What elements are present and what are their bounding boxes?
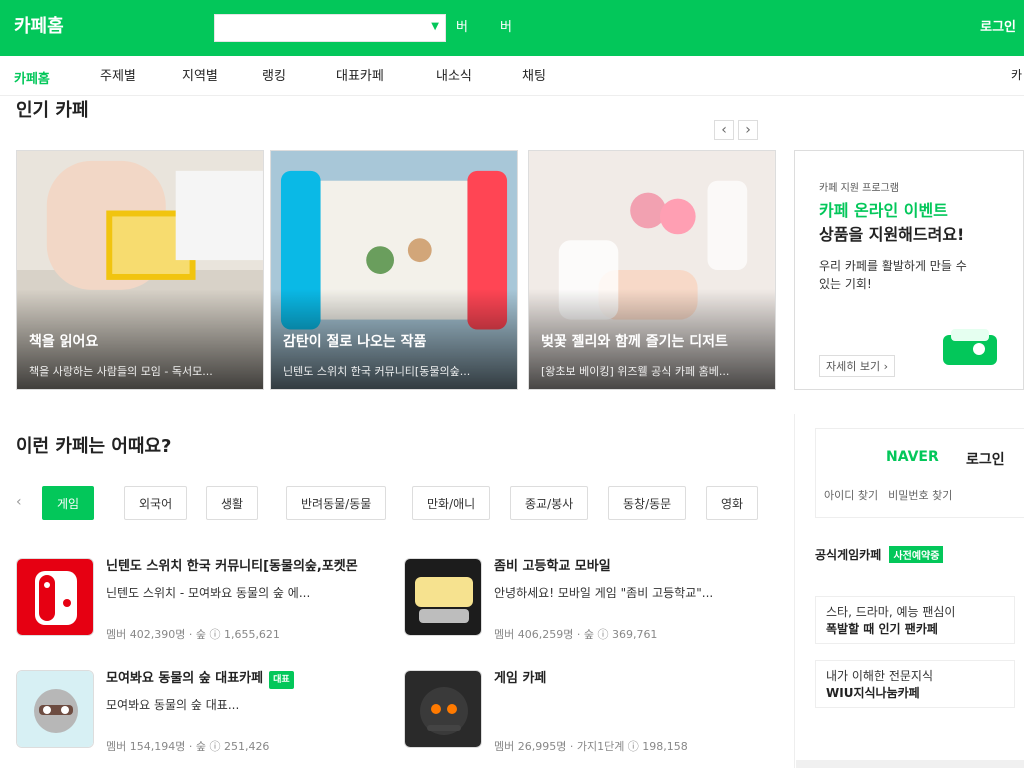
search-field[interactable]: ▼: [214, 14, 446, 42]
nintendo-switch-icon: [17, 559, 93, 635]
cafe-thumbnail: [16, 670, 94, 748]
tab-game[interactable]: 게임: [42, 486, 95, 520]
cafe-meta: 멤버 154,194명 · 숲 ⓘ 251,426: [106, 740, 270, 753]
card-heading: 책을 읽어요: [29, 334, 99, 350]
pre-registration-badge: 사전예약중: [889, 546, 944, 563]
side-promo-line2: WIU지식나눔카페: [826, 686, 920, 700]
login-box: NAVER 로그인 아이디 찾기 비밀번호 찾기: [815, 428, 1024, 518]
tab-life[interactable]: 생활: [206, 486, 259, 520]
top-button-2[interactable]: 버: [500, 16, 512, 35]
app-title: 카페홈: [14, 16, 64, 37]
cafe-meta: 멤버 402,390명 · 숲 ⓘ 1,655,621: [106, 628, 280, 641]
animal-crossing-icon: [17, 671, 93, 747]
top-bar: 카페홈 ▼ 버 버 로그인: [0, 0, 1024, 56]
event-description: 우리 카페를 활발하게 만들 수 있는 기회!: [819, 259, 967, 291]
cafe-name[interactable]: 닌텐도 스위치 한국 커뮤니티[동물의숲,포켓몬: [106, 558, 376, 576]
nav-item-region[interactable]: 지역별: [182, 66, 218, 88]
chevron-left-icon[interactable]: ‹: [16, 494, 22, 510]
nav-item-representative[interactable]: 대표카페: [336, 66, 384, 88]
cafe-meta: 멤버 26,995명 · 가지1단계 ⓘ 198,158: [494, 740, 688, 753]
tab-religion[interactable]: 종교/봉사: [510, 486, 589, 520]
event-more-button[interactable]: 자세히 보기 ›: [819, 355, 895, 377]
naver-logo: NAVER: [886, 449, 939, 465]
featured-cafe-card-2[interactable]: 감탄이 절로 나오는 작품 닌텐도 스위치 한국 커뮤니티[동물의숲...: [270, 150, 518, 390]
recommended-cafe-list: 닌텐도 스위치 한국 커뮤니티[동물의숲,포켓몬 닌텐도 스위치 - 모여봐요 …: [16, 550, 776, 768]
list-item[interactable]: 닌텐도 스위치 한국 커뮤니티[동물의숲,포켓몬 닌텐도 스위치 - 모여봐요 …: [16, 550, 386, 650]
login-button[interactable]: 로그인: [980, 16, 1016, 35]
featured-cafe-card-3[interactable]: 벚꽃 젤리와 함께 즐기는 디저트 [왕초보 베이킹] 위즈웰 공식 카페 홈베…: [528, 150, 776, 390]
card-subtitle: 닌텐도 스위치 한국 커뮤니티[동물의숲...: [283, 365, 471, 378]
find-id-link[interactable]: 아이디 찾기: [824, 487, 878, 503]
search-input[interactable]: [215, 15, 415, 41]
cafe-name[interactable]: 좀비 고등학교 모바일: [494, 558, 764, 576]
cafe-name-text: 모여봐요 동물의 숲 대표카페: [106, 671, 264, 686]
tab-foreign-language[interactable]: 외국어: [124, 486, 188, 520]
nav-item-chat[interactable]: 채팅: [522, 66, 546, 88]
nav-right-link[interactable]: 카: [1011, 66, 1022, 83]
cafe-description: 안녕하세요! 모바일 게임 "좀비 고등학교"...: [494, 586, 714, 600]
account-links: 아이디 찾기 비밀번호 찾기: [824, 487, 952, 503]
nav-item-news[interactable]: 내소식: [436, 66, 472, 88]
featured-cafe-card-1[interactable]: 책을 읽어요 책을 사랑하는 사람들의 모임 - 독서모...: [16, 150, 264, 390]
right-sidebar: NAVER 로그인 아이디 찾기 비밀번호 찾기 공식게임카페 사전예약중 스타…: [794, 414, 1024, 768]
game-cafe-icon: [405, 671, 481, 747]
tab-alumni[interactable]: 동창/동문: [608, 486, 687, 520]
cafe-description: 모여봐요 동물의 숲 대표...: [106, 698, 240, 712]
cafe-thumbnail: [404, 670, 482, 748]
side-promo-line1: 내가 이해한 전문지식: [826, 669, 933, 683]
chevron-left-icon[interactable]: ‹: [714, 120, 734, 140]
side-promo-2[interactable]: 내가 이해한 전문지식 WIU지식나눔카페: [815, 660, 1015, 708]
card-subtitle: [왕초보 베이킹] 위즈웰 공식 카페 홈베...: [541, 365, 730, 378]
top-button-1[interactable]: 버: [456, 16, 468, 35]
cafe-name[interactable]: 모여봐요 동물의 숲 대표카페 대표: [106, 670, 376, 689]
carousel-pager: ‹ ›: [714, 120, 758, 140]
official-game-cafe[interactable]: 공식게임카페 사전예약중: [815, 546, 944, 563]
list-item[interactable]: 좀비 고등학교 모바일 안녕하세요! 모바일 게임 "좀비 고등학교"... 멤…: [404, 550, 774, 650]
event-title: 상품을 지원해드려요!: [819, 225, 965, 244]
tab-animation[interactable]: 만화/애니: [412, 486, 491, 520]
cafe-name[interactable]: 게임 카페: [494, 670, 764, 688]
tab-pets[interactable]: 반려동물/동물: [286, 486, 387, 520]
cafe-meta: 멤버 406,259명 · 숲 ⓘ 369,761: [494, 628, 658, 641]
card-heading: 감탄이 절로 나오는 작품: [283, 334, 427, 350]
zombie-highschool-icon: [405, 559, 481, 635]
cafe-home-link[interactable]: 카페홈: [14, 68, 50, 87]
tab-movie[interactable]: 영화: [706, 486, 759, 520]
login-link[interactable]: 로그인: [966, 449, 1005, 469]
main-nav: 카페홈 주제별 지역별 랭킹 대표카페 내소식 채팅 카: [0, 56, 1024, 96]
official-game-cafe-label: 공식게임카페: [815, 548, 882, 562]
cafe-description: 닌텐도 스위치 - 모여봐요 동물의 숲 에...: [106, 586, 311, 600]
category-tabs: ‹ 게임 외국어 생활 반려동물/동물 만화/애니 종교/봉사 동창/동문 영화: [16, 484, 776, 524]
card-heading: 벚꽃 젤리와 함께 즐기는 디저트: [541, 334, 728, 350]
nav-item-ranking[interactable]: 랭킹: [262, 66, 286, 88]
nav-item-topic[interactable]: 주제별: [100, 66, 136, 88]
chevron-right-icon[interactable]: ›: [738, 120, 758, 140]
recommend-title: 이런 카페는 어때요?: [16, 436, 172, 457]
card-subtitle: 책을 사랑하는 사람들의 모임 - 독서모...: [29, 365, 213, 378]
event-illustration-icon: [943, 329, 997, 365]
event-title-green: 카페 온라인 이벤트: [819, 201, 948, 220]
list-item[interactable]: 모여봐요 동물의 숲 대표카페 대표 모여봐요 동물의 숲 대표... 멤버 15…: [16, 662, 386, 762]
chevron-down-icon[interactable]: ▼: [431, 21, 439, 32]
side-promo-line1: 스타, 드라마, 예능 팬심이: [826, 605, 956, 619]
status-badge: 대표: [269, 671, 294, 689]
list-item[interactable]: 게임 카페 멤버 26,995명 · 가지1단계 ⓘ 198,158: [404, 662, 774, 762]
section-title-popular: 인기 카페: [16, 100, 89, 121]
side-promo-1[interactable]: 스타, 드라마, 예능 팬심이 폭발할 때 인기 팬카페: [815, 596, 1015, 644]
cafe-thumbnail: [404, 558, 482, 636]
event-small-label: 카페 지원 프로그램: [819, 183, 899, 194]
find-password-link[interactable]: 비밀번호 찾기: [888, 487, 952, 503]
side-promo-line2: 폭발할 때 인기 팬카페: [826, 622, 938, 636]
cafe-name-text: 좀비 고등학교 모바일: [494, 559, 611, 574]
event-iframe-box[interactable]: 카페 지원 프로그램 카페 온라인 이벤트 상품을 지원해드려요! 우리 카페를…: [794, 150, 1024, 390]
cafe-thumbnail: [16, 558, 94, 636]
horizontal-scrollbar[interactable]: [796, 760, 1024, 768]
